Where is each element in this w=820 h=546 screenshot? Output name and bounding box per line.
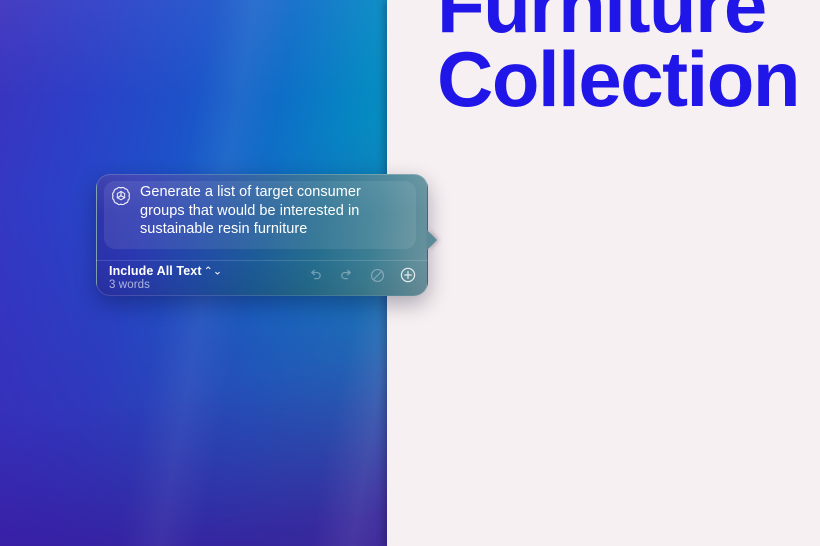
scope-select[interactable]: Include All Text⌃⌄ [109,264,222,278]
ai-action-buttons [305,265,418,285]
ai-panel-pointer-tail [427,230,437,250]
document-panel[interactable]: Furniture Collection Target Customer Pro… [387,0,820,546]
stop-button[interactable] [367,265,387,285]
undo-icon [307,267,324,284]
openai-logo-icon [110,185,132,207]
plus-circle-icon [399,266,417,284]
insert-button[interactable] [398,265,418,285]
circle-slash-icon [369,267,386,284]
ai-writing-tools-panel[interactable]: Generate a list of target consumer group… [96,174,428,296]
redo-icon [338,267,355,284]
word-count-label: 3 words [109,279,150,291]
chevron-updown-icon: ⌃⌄ [204,265,223,278]
ai-prompt-text: Generate a list of target consumer group… [140,183,402,239]
scope-select-label: Include All Text [109,264,202,278]
document-title: Furniture Collection [437,0,820,116]
ai-panel-toolbar: Include All Text⌃⌄ 3 words [96,261,428,296]
undo-button[interactable] [305,265,325,285]
redo-button[interactable] [336,265,356,285]
document-title-line-2: Collection [437,42,820,116]
screen: Furniture Collection Target Customer Pro… [0,0,820,546]
